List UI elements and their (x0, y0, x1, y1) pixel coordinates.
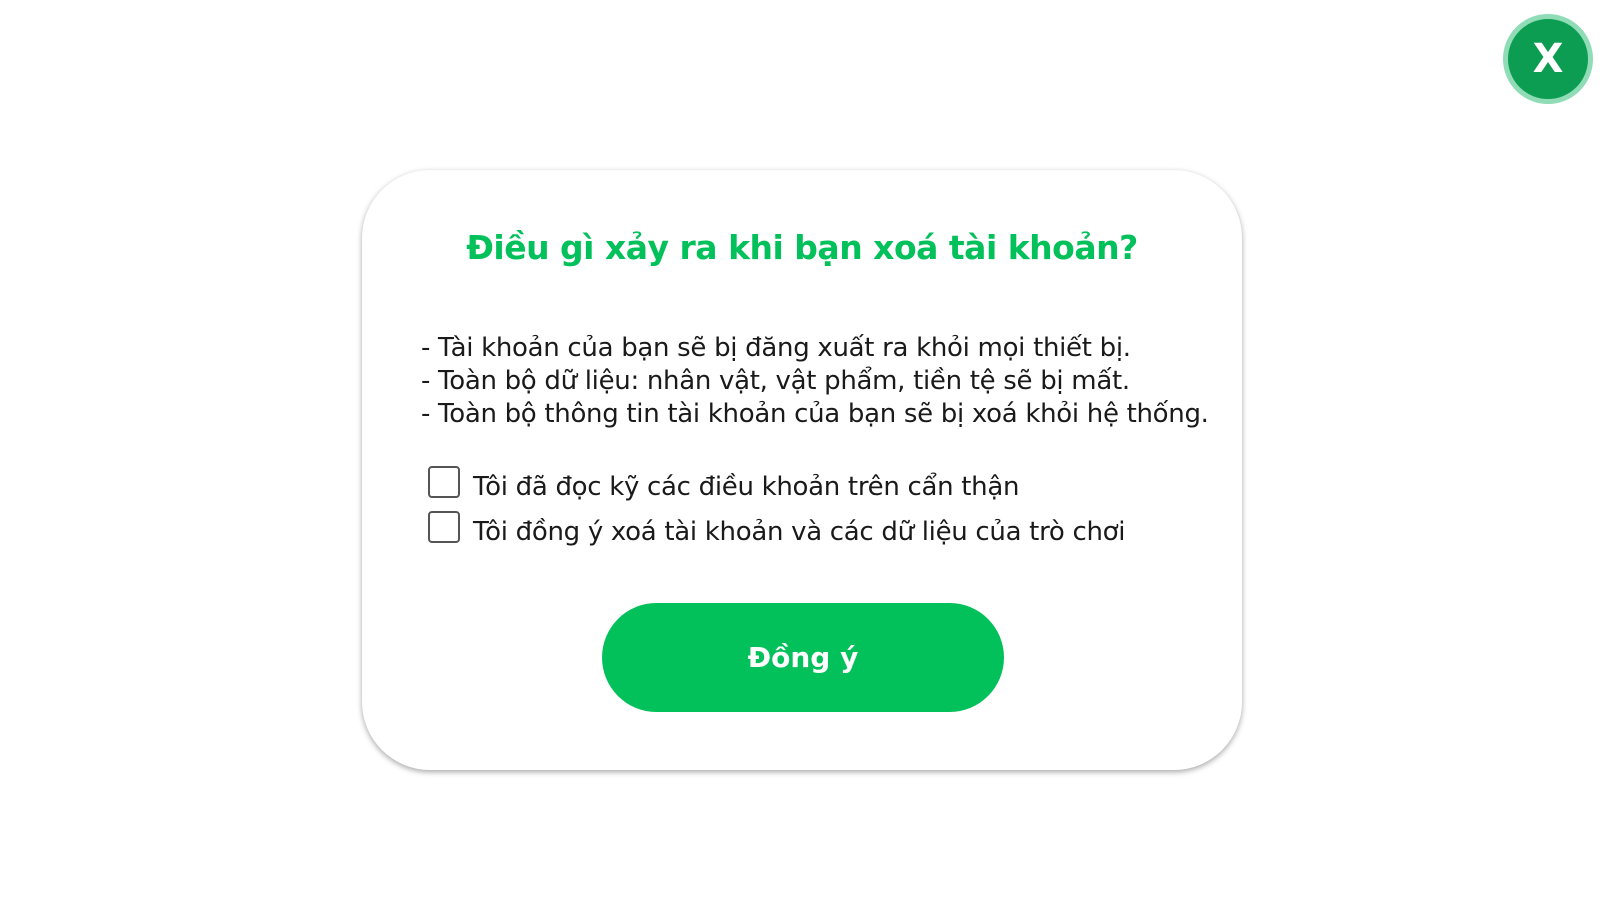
confirm-button-label: Đồng ý (747, 641, 859, 674)
dialog-title: Điều gì xảy ra khi bạn xoá tài khoản? (466, 228, 1138, 267)
agree-delete-checkbox[interactable] (428, 511, 460, 543)
confirm-button[interactable]: Đồng ý (602, 603, 1004, 712)
close-button[interactable]: X (1503, 14, 1593, 104)
read-terms-checkbox-row[interactable]: Tôi đã đọc kỹ các điều khoản trên cẩn th… (428, 466, 1020, 502)
read-terms-checkbox[interactable] (428, 466, 460, 498)
consequence-item: - Toàn bộ dữ liệu: nhân vật, vật phẩm, t… (421, 366, 1130, 396)
close-icon: X (1532, 36, 1564, 82)
agree-delete-label: Tôi đồng ý xoá tài khoản và các dữ liệu … (473, 517, 1126, 547)
screen: X Điều gì xảy ra khi bạn xoá tài khoản? … (0, 0, 1600, 900)
agree-delete-checkbox-row[interactable]: Tôi đồng ý xoá tài khoản và các dữ liệu … (428, 511, 1126, 547)
delete-account-dialog: Điều gì xảy ra khi bạn xoá tài khoản? - … (362, 170, 1242, 770)
consequence-item: - Toàn bộ thông tin tài khoản của bạn sẽ… (421, 399, 1209, 429)
consequence-item: - Tài khoản của bạn sẽ bị đăng xuất ra k… (421, 333, 1131, 363)
consequence-list: - Tài khoản của bạn sẽ bị đăng xuất ra k… (421, 332, 1211, 431)
read-terms-label: Tôi đã đọc kỹ các điều khoản trên cẩn th… (473, 472, 1020, 502)
